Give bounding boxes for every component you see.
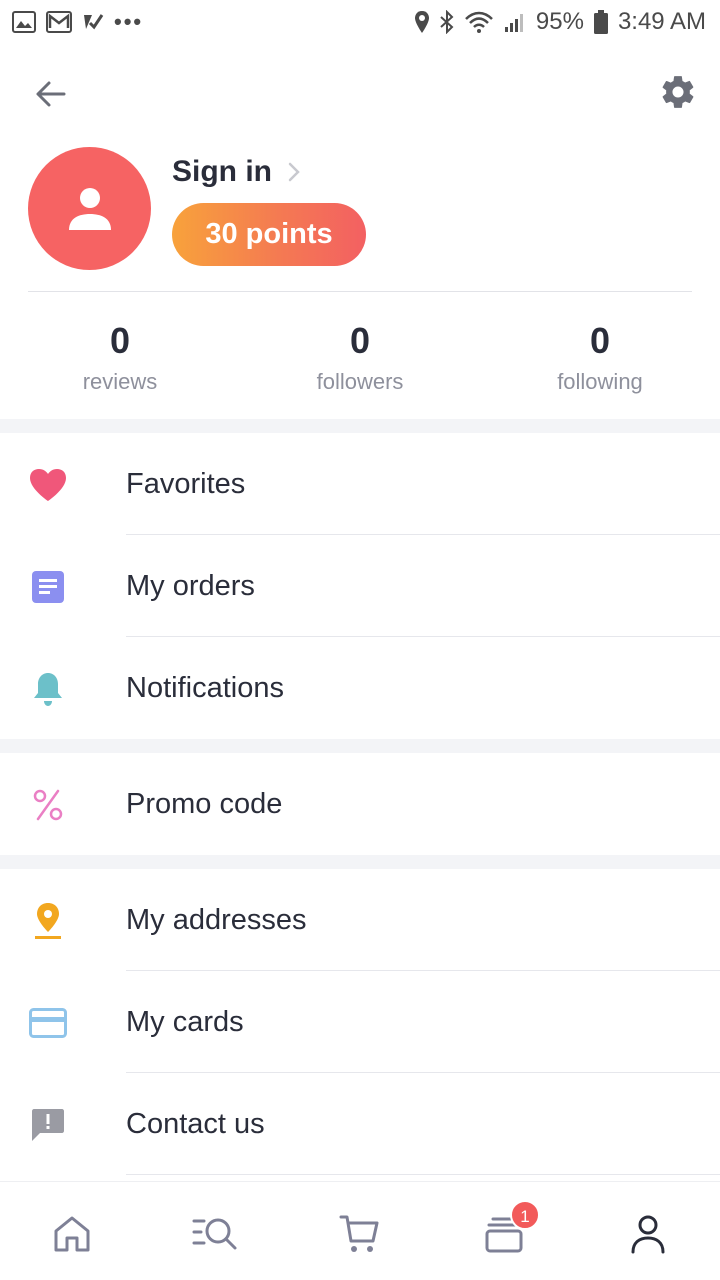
- more-notifications: •••: [114, 9, 144, 34]
- heart-icon: [28, 465, 68, 505]
- addresses-label: My addresses: [126, 904, 307, 936]
- gmail-icon: [46, 11, 72, 33]
- nav-cart[interactable]: [330, 1204, 390, 1264]
- bottom-nav: [0, 1182, 720, 1280]
- menu-item-contact[interactable]: Contact us: [0, 1073, 720, 1175]
- location-pin-icon: [28, 901, 68, 941]
- settings-button[interactable]: [656, 70, 700, 114]
- top-toolbar: [0, 60, 720, 124]
- battery-icon: [593, 10, 608, 34]
- sign-in-link[interactable]: Sign in: [172, 150, 300, 194]
- avatar[interactable]: [28, 147, 151, 270]
- credit-card-icon: [28, 1003, 68, 1043]
- percent-icon: [28, 785, 68, 825]
- stat-reviews[interactable]: 0 reviews: [0, 318, 240, 400]
- check-icon: [82, 11, 104, 33]
- followers-count: 0: [349, 320, 371, 361]
- back-button[interactable]: [28, 72, 72, 116]
- feedback-icon: [28, 1105, 68, 1145]
- section-gap: [0, 739, 720, 753]
- section-gap: [0, 419, 720, 433]
- promo-label: Promo code: [126, 788, 283, 820]
- signal-icon: [504, 11, 526, 33]
- search-icon: [192, 1218, 237, 1250]
- cart-count-badge: 1: [510, 1200, 540, 1230]
- image-icon: [12, 11, 36, 33]
- orders-list-icon: [28, 567, 68, 607]
- following-label: following: [557, 369, 643, 394]
- menu-item-notifications[interactable]: Notifications: [0, 637, 720, 739]
- menu-item-favorites[interactable]: Favorites: [0, 433, 720, 535]
- user-icon: [68, 187, 111, 230]
- menu-item-cards[interactable]: My cards: [0, 971, 720, 1073]
- points-badge[interactable]: 30 points: [172, 203, 366, 266]
- points-label: 30 points: [205, 218, 333, 250]
- contact-label: Contact us: [126, 1108, 265, 1140]
- home-icon: [54, 1216, 90, 1252]
- clock: 3:49 AM: [617, 8, 706, 35]
- following-count: 0: [589, 320, 611, 361]
- row-divider: [126, 1174, 720, 1175]
- divider: [28, 291, 692, 292]
- favorites-label: Favorites: [126, 468, 246, 500]
- profile-icon: [631, 1215, 665, 1254]
- battery-percent: 95%: [535, 8, 584, 35]
- followers-label: followers: [316, 369, 404, 394]
- status-bar: ••• 95% 3:49 AM: [0, 0, 720, 44]
- status-bar-right: 95% 3:49 AM: [414, 8, 706, 36]
- menu-item-promo-code[interactable]: Promo code: [0, 753, 720, 855]
- sign-in-label: Sign in: [172, 155, 272, 188]
- profile-screen: ••• 95% 3:49 AM Sign in 30 points 0 revi…: [0, 0, 720, 1280]
- bell-icon: [28, 669, 68, 709]
- reviews-label: reviews: [82, 369, 158, 394]
- bluetooth-icon: [440, 10, 454, 34]
- stat-followers[interactable]: 0 followers: [240, 318, 480, 400]
- status-bar-left: •••: [12, 9, 143, 35]
- wifi-icon: [464, 11, 494, 33]
- orders-label: My orders: [126, 570, 255, 602]
- stats-row: 0 reviews 0 followers 0 following: [0, 318, 720, 408]
- nav-search[interactable]: [185, 1204, 245, 1264]
- section-gap: [0, 855, 720, 869]
- menu-item-addresses[interactable]: My addresses: [0, 869, 720, 971]
- menu-item-orders[interactable]: My orders: [0, 535, 720, 637]
- cards-label: My cards: [126, 1006, 244, 1038]
- chevron-right-icon: [288, 162, 300, 182]
- location-icon: [414, 10, 430, 34]
- arrow-left-icon: [36, 81, 66, 107]
- nav-home[interactable]: [42, 1204, 102, 1264]
- stat-following[interactable]: 0 following: [480, 318, 720, 400]
- nav-profile[interactable]: [618, 1204, 678, 1264]
- reviews-count: 0: [109, 320, 131, 361]
- notifications-label: Notifications: [126, 672, 284, 704]
- cart-icon: [339, 1215, 379, 1252]
- gear-icon: [662, 76, 694, 108]
